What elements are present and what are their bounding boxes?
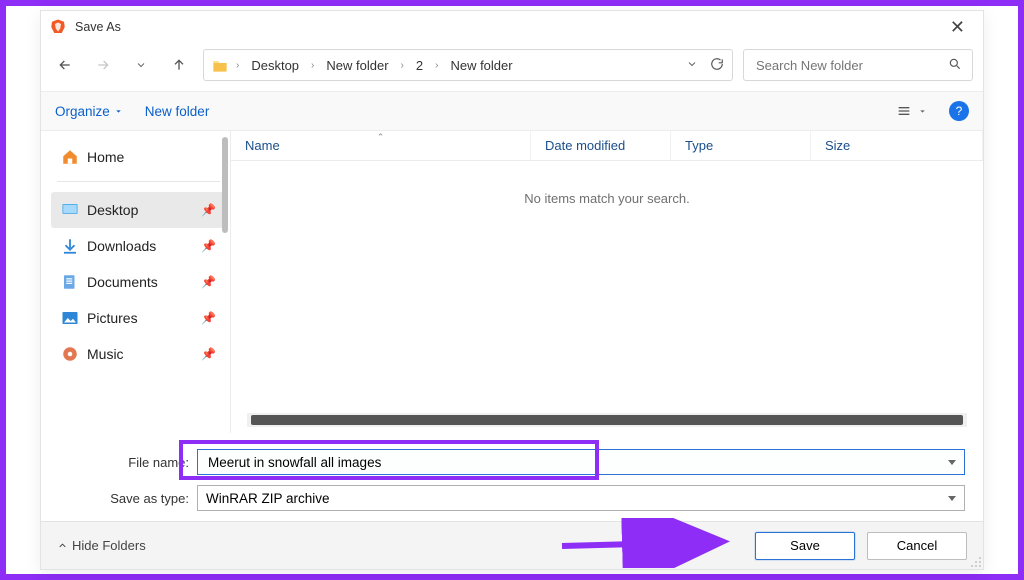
chevron-right-icon: › bbox=[399, 60, 406, 71]
sidebar-item-label: Pictures bbox=[87, 310, 193, 326]
pin-icon: 📌 bbox=[201, 203, 216, 217]
close-button[interactable]: ✕ bbox=[940, 15, 975, 40]
new-folder-button[interactable]: New folder bbox=[145, 104, 210, 119]
sidebar-item-label: Downloads bbox=[87, 238, 193, 254]
view-options-button[interactable] bbox=[896, 104, 927, 118]
column-headers: ⌃ Name Date modified Type Size bbox=[231, 131, 983, 161]
sidebar-item-downloads[interactable]: Downloads 📌 bbox=[51, 228, 226, 264]
sidebar-item-label: Documents bbox=[87, 274, 193, 290]
file-list-area: ⌃ Name Date modified Type Size No items … bbox=[231, 131, 983, 433]
desktop-icon bbox=[61, 201, 79, 219]
pictures-icon bbox=[61, 309, 79, 327]
breadcrumb-segment[interactable]: New folder bbox=[322, 56, 392, 75]
filename-label: File name: bbox=[59, 455, 189, 470]
column-header-date[interactable]: Date modified bbox=[531, 131, 671, 160]
nav-sidebar: Home Desktop 📌 Downloads 📌 Documents 📌 bbox=[41, 131, 231, 433]
breadcrumb-segment[interactable]: Desktop bbox=[247, 56, 303, 75]
hide-folders-toggle[interactable]: Hide Folders bbox=[57, 538, 146, 553]
chevron-right-icon: › bbox=[309, 60, 316, 71]
dialog-footer: Hide Folders Save Cancel bbox=[41, 521, 983, 569]
refresh-button[interactable] bbox=[710, 57, 724, 74]
download-icon bbox=[61, 237, 79, 255]
chevron-right-icon: › bbox=[234, 60, 241, 71]
sidebar-scrollbar-thumb[interactable] bbox=[222, 137, 228, 233]
sidebar-item-label: Music bbox=[87, 346, 193, 362]
nav-forward-button[interactable] bbox=[89, 51, 117, 79]
sidebar-item-home[interactable]: Home bbox=[51, 139, 226, 175]
column-header-size[interactable]: Size bbox=[811, 131, 983, 160]
music-icon bbox=[61, 345, 79, 363]
window-title: Save As bbox=[75, 20, 121, 34]
nav-row: › Desktop › New folder › 2 › New folder bbox=[41, 43, 983, 91]
main-area: Home Desktop 📌 Downloads 📌 Documents 📌 bbox=[41, 131, 983, 433]
pin-icon: 📌 bbox=[201, 239, 216, 253]
save-as-dialog: Save As ✕ › Desktop › New folder › 2 › N… bbox=[40, 10, 984, 570]
pin-icon: 📌 bbox=[201, 347, 216, 361]
address-bar[interactable]: › Desktop › New folder › 2 › New folder bbox=[203, 49, 733, 81]
nav-up-button[interactable] bbox=[165, 51, 193, 79]
cancel-button[interactable]: Cancel bbox=[867, 532, 967, 560]
save-button[interactable]: Save bbox=[755, 532, 855, 560]
sidebar-item-desktop[interactable]: Desktop 📌 bbox=[51, 192, 226, 228]
address-dropdown-icon[interactable] bbox=[686, 58, 698, 73]
search-box[interactable] bbox=[743, 49, 973, 81]
titlebar: Save As ✕ bbox=[41, 11, 983, 43]
toolbar: Organize New folder ? bbox=[41, 91, 983, 131]
filename-type-area: File name: Save as type: WinRAR ZIP arch… bbox=[41, 433, 983, 521]
search-icon[interactable] bbox=[948, 57, 962, 74]
folder-icon bbox=[212, 58, 228, 72]
pin-icon: 📌 bbox=[201, 275, 216, 289]
sidebar-item-label: Home bbox=[87, 149, 216, 165]
documents-icon bbox=[61, 273, 79, 291]
chevron-right-icon: › bbox=[433, 60, 440, 71]
save-as-type-value: WinRAR ZIP archive bbox=[206, 491, 330, 506]
help-button[interactable]: ? bbox=[949, 101, 969, 121]
column-header-type[interactable]: Type bbox=[671, 131, 811, 160]
nav-back-button[interactable] bbox=[51, 51, 79, 79]
sidebar-item-label: Desktop bbox=[87, 202, 193, 218]
column-header-name[interactable]: ⌃ Name bbox=[231, 131, 531, 160]
breadcrumb-segment[interactable]: New folder bbox=[446, 56, 516, 75]
save-as-type-combo[interactable]: WinRAR ZIP archive bbox=[197, 485, 965, 511]
filename-input[interactable] bbox=[206, 454, 938, 471]
save-as-type-label: Save as type: bbox=[59, 491, 189, 506]
sidebar-separator bbox=[57, 181, 220, 182]
sidebar-item-pictures[interactable]: Pictures 📌 bbox=[51, 300, 226, 336]
organize-menu[interactable]: Organize bbox=[55, 104, 123, 119]
empty-state-message: No items match your search. bbox=[231, 161, 983, 413]
sidebar-item-documents[interactable]: Documents 📌 bbox=[51, 264, 226, 300]
resize-grip[interactable] bbox=[969, 555, 981, 567]
sidebar-item-music[interactable]: Music 📌 bbox=[51, 336, 226, 372]
home-icon bbox=[61, 148, 79, 166]
horizontal-scrollbar[interactable] bbox=[247, 413, 967, 427]
nav-history-dropdown[interactable] bbox=[127, 51, 155, 79]
pin-icon: 📌 bbox=[201, 311, 216, 325]
search-input[interactable] bbox=[754, 57, 948, 74]
sort-indicator-icon: ⌃ bbox=[377, 132, 385, 143]
breadcrumb-segment[interactable]: 2 bbox=[412, 56, 427, 75]
brave-app-icon bbox=[49, 18, 67, 36]
filename-combo[interactable] bbox=[197, 449, 965, 475]
